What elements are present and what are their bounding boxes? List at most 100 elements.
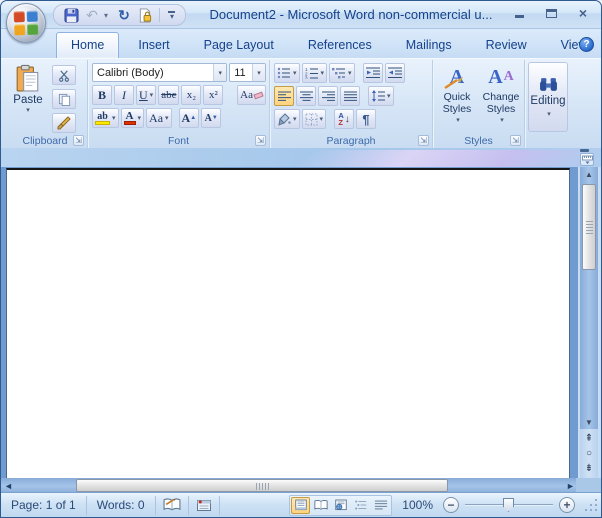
change-case-dropdown-icon[interactable]: ▾	[165, 114, 169, 122]
highlight-dropdown-icon[interactable]: ▾	[112, 114, 116, 122]
clear-formatting-button[interactable]: Aa	[237, 85, 266, 105]
superscript-button[interactable]: x²	[203, 85, 223, 105]
underline-button[interactable]: U ▾	[136, 85, 156, 105]
split-handle[interactable]	[580, 149, 589, 152]
quick-styles-button[interactable]: A Quick Styles ▾	[436, 62, 478, 128]
next-page-button[interactable]: ⇟	[581, 461, 597, 476]
italic-button[interactable]: I	[114, 85, 134, 105]
styles-dialog-launcher[interactable]: ⇲	[510, 135, 521, 146]
permissions-icon[interactable]	[136, 6, 154, 24]
resize-grip[interactable]	[583, 497, 599, 513]
multilevel-dropdown-icon[interactable]: ▾	[348, 69, 352, 77]
print-layout-view-button[interactable]	[291, 497, 310, 514]
word-count[interactable]: Words: 0	[87, 496, 156, 515]
redo-icon[interactable]: ↻	[115, 6, 133, 24]
tab-mailings[interactable]: Mailings	[391, 32, 467, 58]
customize-qat-icon[interactable]: ▾	[165, 11, 177, 19]
align-right-button[interactable]	[318, 86, 338, 106]
undo-icon[interactable]: ↶	[83, 6, 101, 24]
change-styles-button[interactable]: A A Change Styles ▾	[480, 62, 522, 128]
vertical-scroll-thumb[interactable]	[582, 184, 596, 270]
paste-button[interactable]: Paste ▾	[7, 63, 49, 130]
copy-button[interactable]	[52, 89, 76, 109]
tab-insert[interactable]: Insert	[123, 32, 184, 58]
tab-review[interactable]: Review	[471, 32, 542, 58]
tab-home[interactable]: Home	[56, 32, 119, 58]
font-color-dropdown-icon[interactable]: ▾	[138, 114, 142, 122]
close-button[interactable]: ×	[575, 6, 591, 20]
text-highlight-button[interactable]: ab ▾	[92, 108, 119, 128]
bullets-dropdown-icon[interactable]: ▾	[293, 69, 297, 77]
full-screen-reading-view-button[interactable]	[311, 497, 330, 514]
vertical-scroll-track[interactable]	[581, 181, 597, 415]
zoom-level[interactable]: 100%	[402, 498, 433, 512]
undo-dropdown-icon[interactable]: ▾	[104, 11, 112, 20]
format-painter-button[interactable]	[52, 113, 76, 133]
borders-button[interactable]: ▾	[302, 109, 327, 129]
font-size-dropdown-icon[interactable]: ▾	[252, 64, 265, 81]
maximize-button[interactable]	[543, 6, 559, 20]
shrink-font-button[interactable]: A▼	[201, 108, 221, 128]
zoom-out-button[interactable]: −	[443, 497, 459, 513]
shading-button[interactable]: ▾	[274, 109, 300, 129]
horizontal-scroll-thumb[interactable]	[76, 479, 448, 492]
underline-dropdown-icon[interactable]: ▾	[150, 91, 154, 99]
numbering-button[interactable]: 123 ▾	[302, 63, 328, 83]
font-name-combo[interactable]: Calibri (Body) ▾	[92, 63, 227, 82]
web-layout-view-button[interactable]	[331, 497, 350, 514]
zoom-slider-thumb[interactable]	[503, 498, 514, 512]
font-name-dropdown-icon[interactable]: ▾	[213, 64, 226, 81]
proofing-status-button[interactable]	[156, 496, 189, 515]
highlight-color-bar	[95, 121, 110, 125]
strikethrough-button[interactable]: abe	[158, 85, 179, 105]
line-spacing-button[interactable]: ▾	[368, 86, 394, 106]
bullets-button[interactable]: ▾	[274, 63, 300, 83]
change-case-button[interactable]: Aa ▾	[146, 108, 172, 128]
grow-font-button[interactable]: A▲	[179, 108, 200, 128]
align-center-button[interactable]	[296, 86, 316, 106]
paragraph-dialog-launcher[interactable]: ⇲	[418, 135, 429, 146]
clear-formatting-glyph: Aa	[240, 89, 253, 101]
scroll-down-button[interactable]: ▼	[581, 415, 597, 429]
decrease-indent-button[interactable]	[363, 63, 383, 83]
borders-dropdown-icon[interactable]: ▾	[320, 115, 324, 123]
macro-record-button[interactable]	[189, 496, 220, 515]
increase-indent-button[interactable]	[385, 63, 405, 83]
title-bar: ↶ ▾ ↻ ▾ Document2 - Microsoft Word non-c…	[1, 1, 601, 29]
outline-view-button[interactable]	[351, 497, 370, 514]
tab-page-layout[interactable]: Page Layout	[189, 32, 289, 58]
editing-button[interactable]: Editing ▾	[528, 62, 568, 132]
draft-view-button[interactable]	[371, 497, 390, 514]
numbering-dropdown-icon[interactable]: ▾	[321, 69, 325, 77]
bullets-icon	[277, 67, 291, 79]
page-indicator[interactable]: Page: 1 of 1	[1, 496, 87, 515]
paste-dropdown-icon[interactable]: ▾	[26, 106, 30, 114]
tab-references[interactable]: References	[293, 32, 387, 58]
zoom-slider[interactable]	[465, 497, 553, 513]
help-icon[interactable]: ?	[579, 37, 594, 52]
subscript-button[interactable]: x₂	[181, 85, 201, 105]
document-page[interactable]	[6, 168, 570, 478]
align-left-button[interactable]	[274, 86, 294, 106]
save-icon[interactable]	[62, 6, 80, 24]
scroll-up-button[interactable]: ▲	[581, 167, 597, 181]
select-browse-object-button[interactable]: ○	[581, 446, 597, 461]
font-dialog-launcher[interactable]: ⇲	[255, 135, 266, 146]
font-color-button[interactable]: A ▾	[121, 108, 145, 128]
cut-button[interactable]	[52, 65, 76, 85]
view-ruler-button[interactable]	[580, 153, 594, 166]
justify-button[interactable]	[340, 86, 360, 106]
line-spacing-dropdown-icon[interactable]: ▾	[387, 92, 391, 100]
shading-dropdown-icon[interactable]: ▾	[293, 115, 297, 123]
clipboard-dialog-launcher[interactable]: ⇲	[73, 135, 84, 146]
minimize-button[interactable]	[511, 6, 527, 20]
scroll-left-button[interactable]: ◄	[1, 479, 16, 493]
multilevel-list-button[interactable]: ▾	[329, 63, 355, 83]
zoom-in-button[interactable]: +	[559, 497, 575, 513]
sort-button[interactable]: A Z ↓	[334, 109, 354, 129]
previous-page-button[interactable]: ⇞	[581, 431, 597, 446]
bold-button[interactable]: B	[92, 85, 112, 105]
show-hide-button[interactable]: ¶	[356, 109, 376, 129]
font-size-combo[interactable]: 11 ▾	[229, 63, 266, 82]
office-button[interactable]	[6, 3, 46, 43]
